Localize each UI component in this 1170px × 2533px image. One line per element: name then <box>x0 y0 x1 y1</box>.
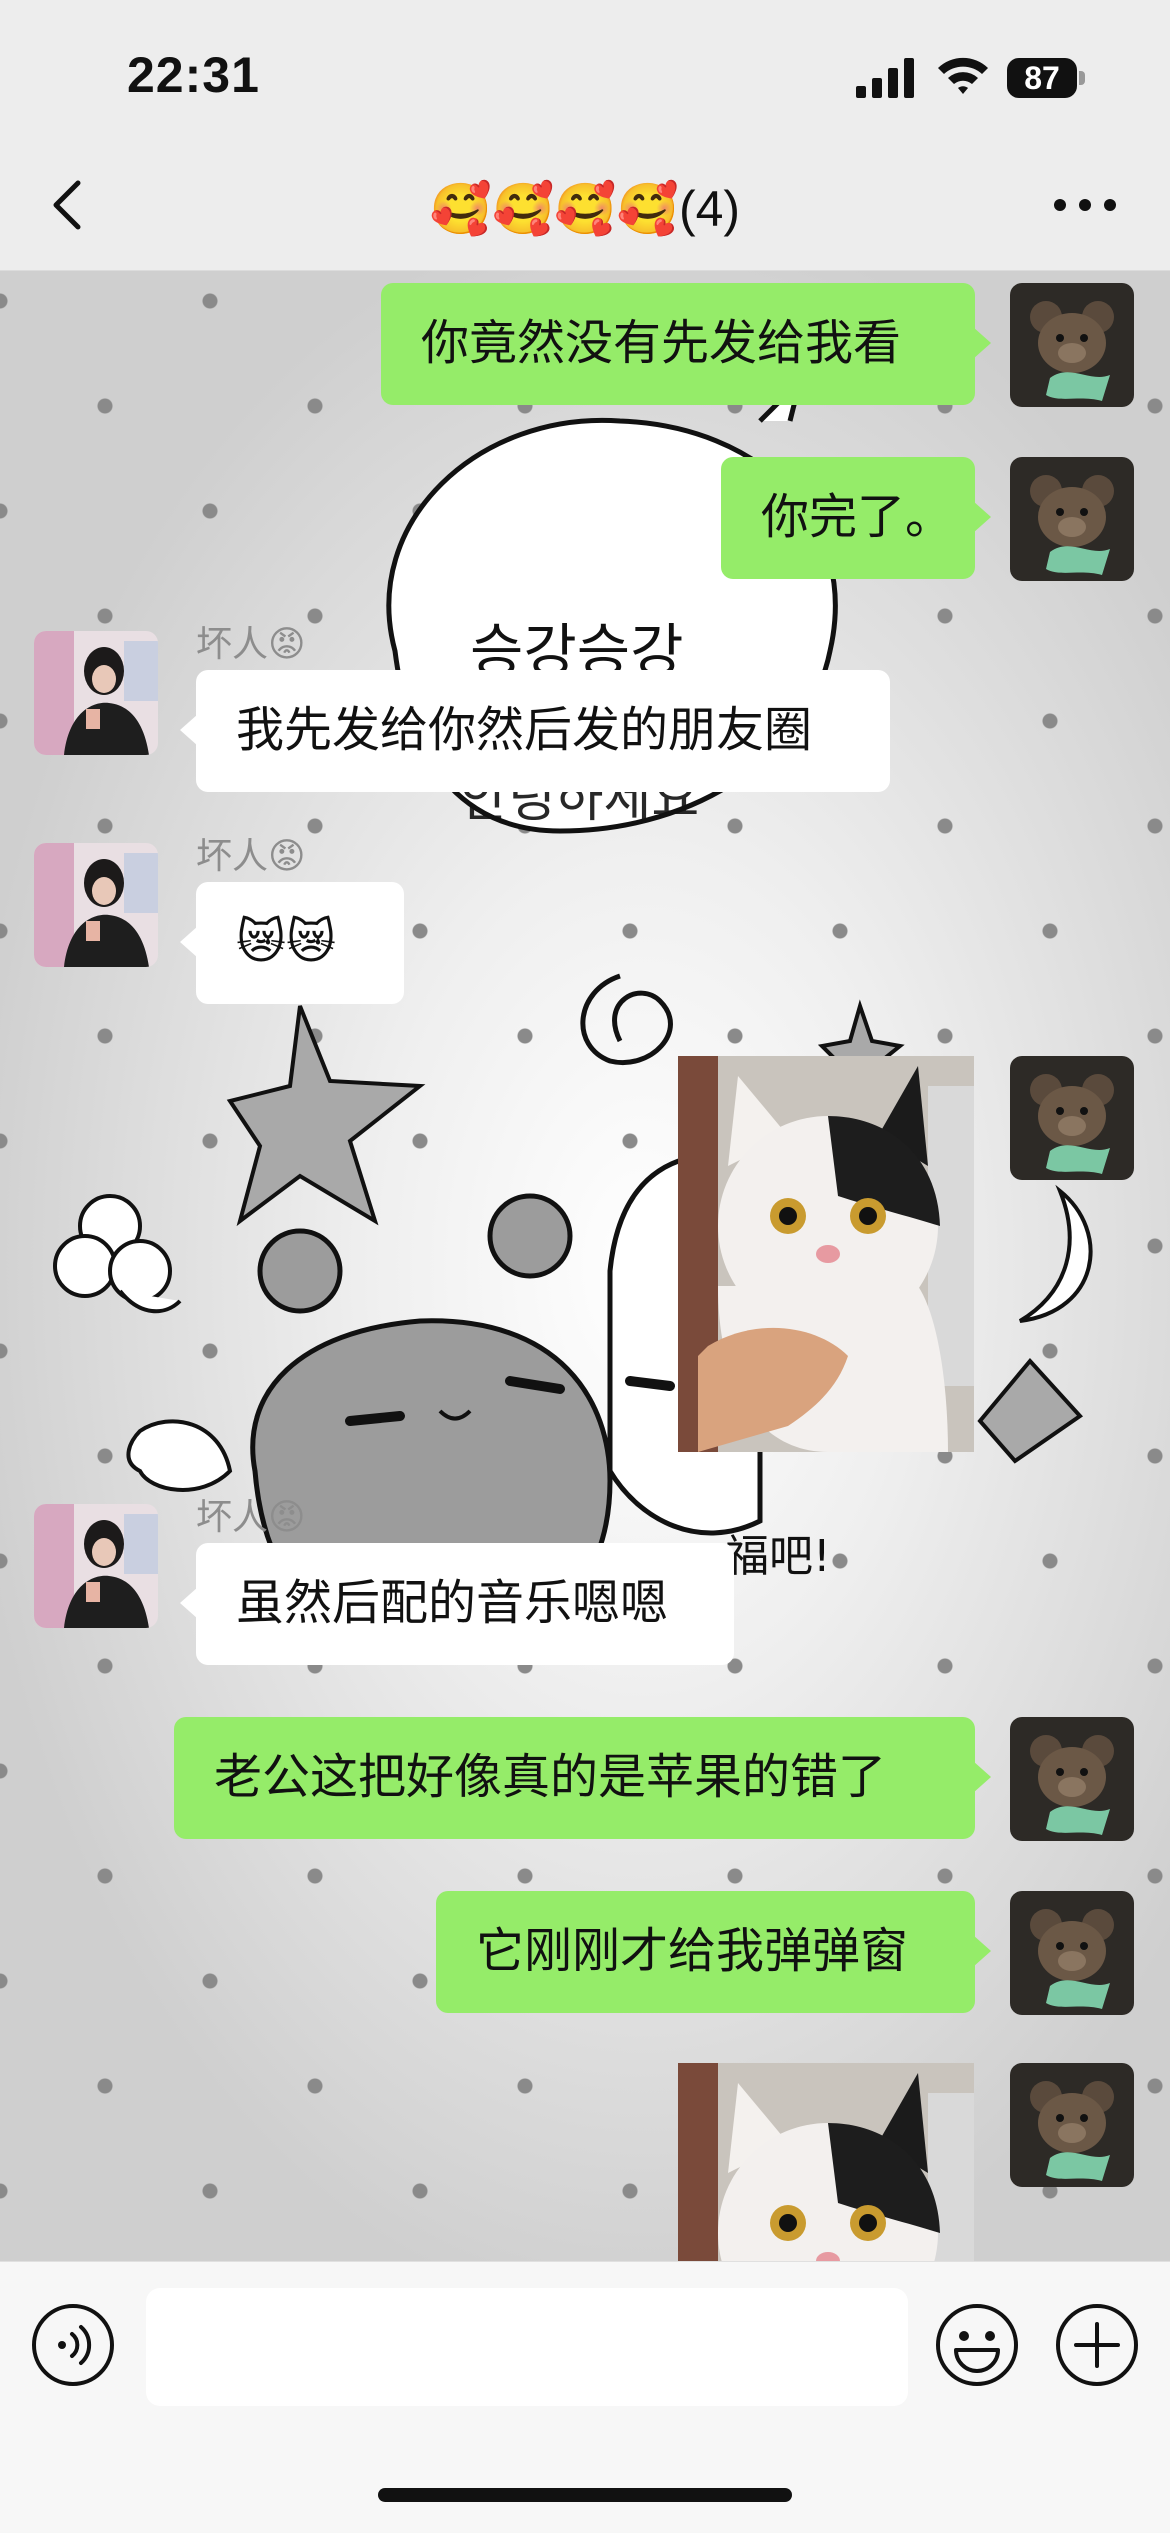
wifi-icon <box>938 57 988 94</box>
sent-photo[interactable] <box>678 1056 974 1452</box>
plus-icon[interactable] <box>1054 2302 1140 2388</box>
voice-icon[interactable] <box>30 2302 116 2388</box>
message-bubble-received[interactable]: 我先发给你然后发的朋友圈 <box>180 670 890 792</box>
battery-level: 87 <box>1007 58 1077 98</box>
contact-nickname: 坏人😡 <box>196 1496 306 1537</box>
cat-photo-icon <box>678 2063 974 2261</box>
home-indicator[interactable] <box>378 2488 792 2502</box>
chat-title[interactable]: 🥰🥰🥰🥰(4) <box>0 180 1170 239</box>
emoji-icon[interactable] <box>934 2302 1020 2388</box>
my-avatar[interactable] <box>1010 2063 1134 2187</box>
my-avatar[interactable] <box>1010 1717 1134 1841</box>
status-bar: 22:31 87 <box>0 0 1170 150</box>
contact-nickname: 坏人😡 <box>196 835 306 876</box>
chat-header: 🥰🥰🥰🥰(4) <box>0 150 1170 271</box>
wallpaper-text-3: 福吧! <box>725 1531 831 1582</box>
cat-photo-icon <box>678 1056 974 1452</box>
woman-photo-icon <box>34 843 158 967</box>
contact-nickname: 坏人😡 <box>196 623 306 664</box>
more-dots-icon[interactable] <box>1050 190 1120 220</box>
teddy-bear-icon <box>1010 1056 1134 1180</box>
my-avatar[interactable] <box>1010 457 1134 581</box>
message-bubble-sent[interactable]: 你完了。 <box>721 457 991 579</box>
message-bubble-sent[interactable]: 它刚刚才给我弹弹窗 <box>436 1891 991 2013</box>
woman-photo-icon <box>34 631 158 755</box>
message-bubble-received[interactable]: 😿😿 <box>180 882 404 1004</box>
signal-icon <box>856 58 914 98</box>
status-time: 22:31 <box>127 47 260 103</box>
contact-avatar[interactable] <box>34 843 158 967</box>
teddy-bear-icon <box>1010 2063 1134 2187</box>
chat-area[interactable]: 승강승강 안녕하세요 福吧! 你竟然没有先发给我看 你完了。 坏人😡 我先发给你… <box>0 271 1170 2261</box>
my-avatar[interactable] <box>1010 1891 1134 2015</box>
teddy-bear-icon <box>1010 1717 1134 1841</box>
message-input[interactable] <box>146 2288 908 2406</box>
contact-avatar[interactable] <box>34 631 158 755</box>
my-avatar[interactable] <box>1010 283 1134 407</box>
woman-photo-icon <box>34 1504 158 1628</box>
contact-avatar[interactable] <box>34 1504 158 1628</box>
teddy-bear-icon <box>1010 283 1134 407</box>
teddy-bear-icon <box>1010 1891 1134 2015</box>
message-bubble-sent[interactable]: 老公这把好像真的是苹果的错了 <box>174 1717 991 1839</box>
message-bubble-received[interactable]: 虽然后配的音乐嗯嗯 <box>180 1543 734 1665</box>
message-bubble-sent[interactable]: 你竟然没有先发给我看 <box>381 283 991 405</box>
battery-icon: 87 <box>1007 58 1085 98</box>
teddy-bear-icon <box>1010 457 1134 581</box>
my-avatar[interactable] <box>1010 1056 1134 1180</box>
sent-photo[interactable] <box>678 2063 974 2261</box>
